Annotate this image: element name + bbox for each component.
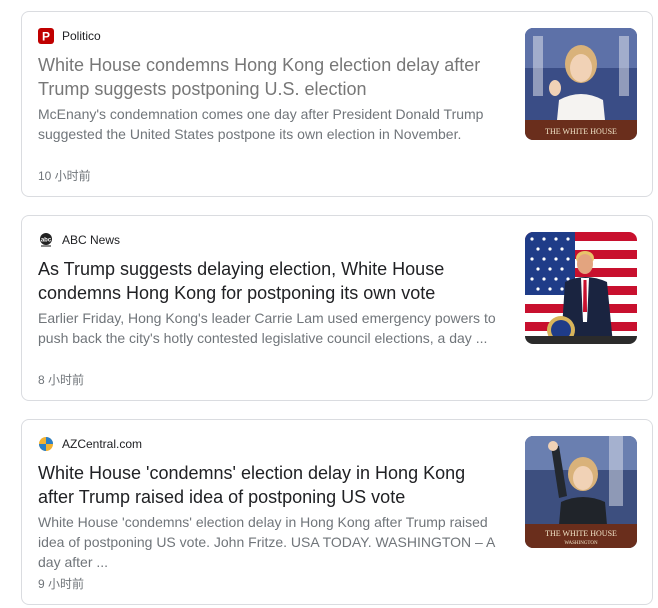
article-time: 8 小时前 [38,373,85,387]
article-thumbnail[interactable] [525,232,637,344]
article-snippet: McEnany's condemnation comes one day aft… [38,106,484,142]
news-source: abc ABC News [38,231,120,249]
politico-logo-icon: P [38,28,54,44]
article-snippet: Earlier Friday, Hong Kong's leader Carri… [38,310,496,346]
article-title-link[interactable]: White House 'condemns' election delay in… [38,461,494,509]
news-card[interactable]: P Politico White House condemns Hong Kon… [21,11,653,197]
news-source: AZCentral.com [38,435,142,453]
thumb-caption: THE WHITE HOUSE [545,529,617,538]
article-time: 9 小时前 [38,577,85,591]
news-card[interactable]: AZCentral.com White House 'condemns' ele… [21,419,653,605]
thumb-subcaption: WASHINGTON [564,541,598,546]
source-name: AZCentral.com [62,437,143,451]
source-name: Politico [62,29,101,43]
article-thumbnail[interactable]: THE WHITE HOUSE WASHINGTON [525,436,637,548]
news-card[interactable]: abc ABC News As Trump suggests delaying … [21,215,653,401]
article-thumbnail[interactable]: THE WHITE HOUSE [525,28,637,140]
abc-news-logo-icon: abc [38,232,54,248]
svg-text:abc: abc [41,238,52,244]
azcentral-logo-icon [38,436,54,452]
thumb-caption: THE WHITE HOUSE [545,127,617,136]
svg-text:P: P [42,30,50,44]
source-name: ABC News [62,233,121,247]
article-title-link[interactable]: White House condemns Hong Kong election … [38,53,494,101]
article-title-link[interactable]: As Trump suggests delaying election, Whi… [38,257,494,305]
news-source: P Politico [38,27,101,45]
article-snippet: White House 'condemns' election delay in… [38,514,495,570]
article-time: 10 小时前 [38,169,91,183]
